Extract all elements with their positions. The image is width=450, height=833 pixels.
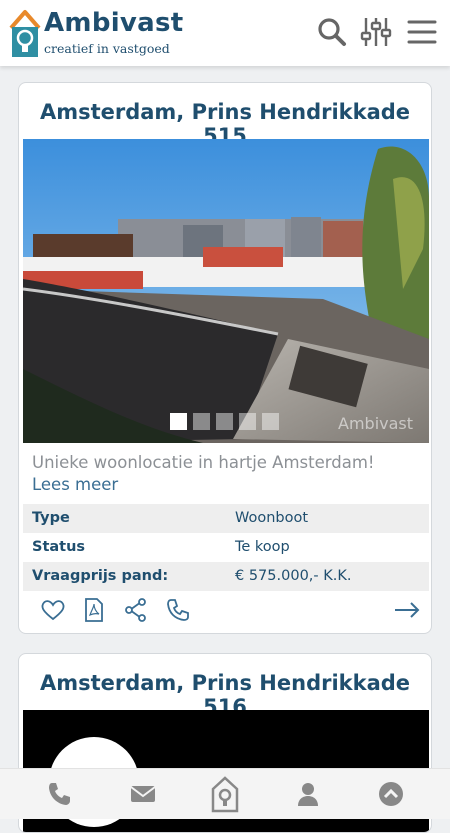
detail-label: Status [32,539,86,555]
carousel-dot[interactable] [262,413,279,430]
listing-description: Unieke woonlocatie in hartje Amsterdam! … [32,452,417,496]
carousel-dot[interactable] [239,413,256,430]
pdf-icon[interactable] [81,597,107,623]
ambivast-logo[interactable]: Ambivast creatief in vastgoed [8,6,183,60]
logo-tagline: creatief in vastgoed [44,41,170,56]
detail-row-price: Vraagprijs pand: € 575.000,- K.K. [23,562,429,591]
detail-label: Type [32,510,70,526]
detail-value: € 575.000,- K.K. [235,568,352,584]
listing-photo[interactable]: Ambivast [23,139,429,443]
bottom-nav [0,768,450,819]
user-icon[interactable] [293,779,323,809]
phone-icon[interactable] [165,597,191,623]
detail-row-type: Type Woonboot [23,504,429,533]
arrow-right-icon[interactable] [393,597,421,623]
search-icon[interactable] [316,15,348,49]
read-more-link[interactable]: Lees meer [32,475,118,494]
house-lightbulb-logo-icon [9,10,41,57]
photo-watermark: Ambivast [338,414,413,433]
scroll-top-icon[interactable] [376,779,406,809]
houseboat-photo: Ambivast [23,139,429,443]
detail-label: Vraagprijs pand: [32,568,169,584]
mail-icon[interactable] [128,779,158,809]
detail-value: Te koop [235,539,290,555]
description-text: Unieke woonlocatie in hartje Amsterdam! [32,453,375,472]
share-icon[interactable] [123,597,149,623]
carousel-dot-active[interactable] [170,413,187,430]
site-header: Ambivast creatief in vastgoed [0,0,450,66]
filter-sliders-icon[interactable] [360,15,392,49]
menu-icon[interactable] [406,15,438,49]
heart-icon[interactable] [40,597,66,623]
detail-row-status: Status Te koop [23,533,429,562]
listing-card: Amsterdam, Prins Hendrikkade 515 Ambivas… [18,82,432,634]
detail-value: Woonboot [235,510,309,526]
phone-icon[interactable] [45,779,75,809]
logo-name: Ambivast [44,8,184,38]
home-logo-icon[interactable] [210,775,240,813]
carousel-dot[interactable] [216,413,233,430]
carousel-dot[interactable] [193,413,210,430]
